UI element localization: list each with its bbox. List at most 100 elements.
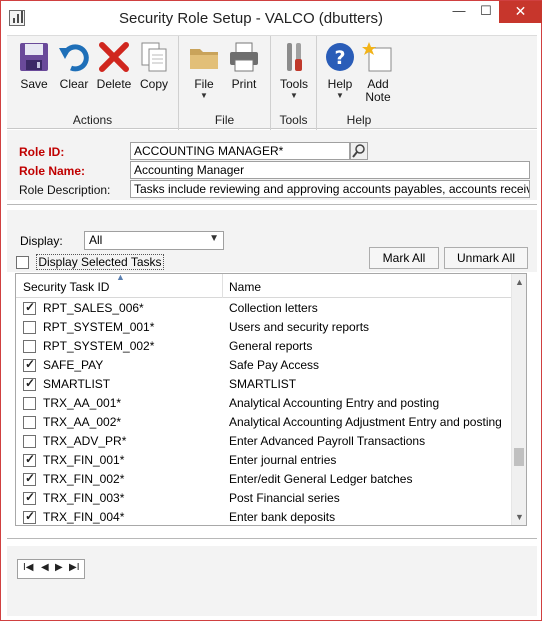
task-id-cell: TRX_AA_002* [43,415,122,429]
save-icon [17,40,51,74]
task-checkbox[interactable] [23,397,36,410]
next-record-button[interactable]: ▶ [55,562,63,573]
save-label: Save [20,77,48,91]
role-description-field[interactable]: Tasks include reviewing and approving ac… [130,180,530,198]
vertical-scrollbar[interactable]: ▲ ▼ [511,274,526,525]
minimize-button[interactable]: — [445,1,473,23]
file-menu-button[interactable]: File ▼ [183,40,225,101]
window-title: Security Role Setup - VALCO (dbutters) [119,10,383,27]
display-selected-tasks-option[interactable]: Display Selected Tasks [16,254,164,270]
close-button[interactable]: ✕ [499,1,542,23]
task-checkbox[interactable] [23,435,36,448]
task-name-cell: General reports [229,339,313,353]
task-name-cell: Post Financial series [229,491,340,505]
task-id-cell: TRX_FIN_001* [43,453,125,467]
table-row[interactable]: TRX_ADV_PR* Enter Advanced Payroll Transa… [16,432,512,451]
scroll-up-icon[interactable]: ▲ [515,277,524,287]
task-id-cell: RPT_SALES_006* [43,301,144,315]
copy-button[interactable]: Copy [133,40,175,91]
unmark-all-button[interactable]: Unmark All [444,247,528,269]
tools-menu-button[interactable]: Tools ▼ [273,40,315,101]
grid-rows: RPT_SALES_006* Collection letters RPT_SYST… [16,299,512,527]
ribbon-group-help: ? Help ▼ Add Note Help [317,36,401,130]
task-checkbox[interactable] [23,376,36,391]
task-name-cell: Analytical Accounting Adjustment Entry a… [229,415,502,429]
task-checkbox[interactable] [23,416,36,429]
save-button[interactable]: Save [13,40,55,91]
table-row[interactable]: TRX_AA_002* Analytical Accounting Adjustm… [16,413,512,432]
task-checkbox[interactable] [23,300,36,315]
task-checkbox[interactable] [23,321,36,334]
task-checkbox[interactable] [23,357,36,372]
file-label: File [194,77,214,91]
scroll-thumb[interactable] [514,448,524,466]
previous-record-button[interactable]: ◀ [41,562,49,573]
table-row[interactable]: TRX_AA_001* Analytical Accounting Entry a… [16,394,512,413]
table-row[interactable]: TRX_FIN_001* Enter journal entries [16,451,512,470]
magnifier-icon [352,144,365,158]
table-row[interactable]: RPT_SYSTEM_002* General reports [16,337,512,356]
delete-button[interactable]: Delete [93,40,135,91]
help-icon: ? [323,40,357,74]
table-row[interactable]: TRX_FIN_002* Enter/edit General Ledger ba… [16,470,512,489]
column-divider [222,274,223,298]
bottom-panel: I◀ ◀ ▶ ▶I [7,546,537,616]
task-id-cell: TRX_AA_001* [43,396,122,410]
task-checkbox[interactable] [23,509,36,524]
display-select[interactable]: All ▼ [84,231,224,250]
copy-icon [137,40,171,74]
print-button[interactable]: Print [223,40,265,91]
task-checkbox[interactable] [23,471,36,486]
task-id-cell: SAFE_PAY [43,358,104,372]
role-id-field[interactable]: ACCOUNTING MANAGER* [130,142,350,160]
help-menu-button[interactable]: ? Help ▼ [319,40,361,101]
task-id-cell: RPT_SYSTEM_001* [43,320,155,334]
task-checkbox[interactable] [23,490,36,505]
ribbon-group-label-help: Help [346,113,372,127]
ribbon-group-label-file: File [214,113,235,127]
column-header-name[interactable]: Name [229,280,261,294]
table-row[interactable]: RPT_SYSTEM_001* Users and security report… [16,318,512,337]
scroll-down-icon[interactable]: ▼ [515,512,524,522]
task-name-cell: Collection letters [229,301,318,315]
record-navigator: I◀ ◀ ▶ ▶I [17,559,85,579]
add-note-button[interactable]: Add Note [357,40,399,104]
table-row[interactable]: TRX_FIN_004* Enter bank deposits [16,508,512,527]
task-id-cell: SMARTLIST [43,377,111,391]
divider [7,204,537,206]
role-name-field[interactable]: Accounting Manager [130,161,530,179]
table-row[interactable]: TRX_FIN_003* Post Financial series [16,489,512,508]
tools-label: Tools [279,77,308,91]
clear-button[interactable]: Clear [53,40,95,91]
tools-icon [277,40,311,74]
role-id-label: Role ID: [19,145,65,159]
task-checkbox[interactable] [23,452,36,467]
clear-icon [57,40,91,74]
ribbon-group-actions: Save Clear Delete Copy Actions [7,36,179,130]
filter-panel: Display: All ▼ Display Selected Tasks Ma… [7,210,537,272]
sort-ascending-icon: ▲ [116,272,125,282]
task-id-cell: TRX_FIN_003* [43,491,125,505]
svg-text:?: ? [334,47,345,69]
mark-all-button[interactable]: Mark All [369,247,439,269]
table-row[interactable]: SMARTLIST SMARTLIST [16,375,512,394]
delete-label: Delete [96,77,132,91]
table-row[interactable]: RPT_SALES_006* Collection letters [16,299,512,318]
display-selected-tasks-checkbox[interactable] [16,256,29,270]
task-checkbox[interactable] [23,340,36,353]
lookup-button[interactable] [350,142,368,160]
maximize-button[interactable]: ☐ [473,1,499,23]
column-header-task-id[interactable]: Security Task ID [23,280,109,294]
last-record-button[interactable]: ▶I [69,562,79,573]
task-name-cell: Enter Advanced Payroll Transactions [229,434,426,448]
task-name-cell: Analytical Accounting Entry and posting [229,396,440,410]
title-bar: Security Role Setup - VALCO (dbutters) —… [1,1,542,35]
first-record-button[interactable]: I◀ [23,562,33,573]
chevron-down-icon: ▼ [290,91,298,100]
task-name-cell: Users and security reports [229,320,370,334]
clear-label: Clear [59,77,89,91]
table-row[interactable]: SAFE_PAY Safe Pay Access [16,356,512,375]
task-name-cell: Enter bank deposits [229,510,336,524]
task-id-cell: TRX_FIN_004* [43,510,125,524]
display-select-value: All [89,233,103,247]
